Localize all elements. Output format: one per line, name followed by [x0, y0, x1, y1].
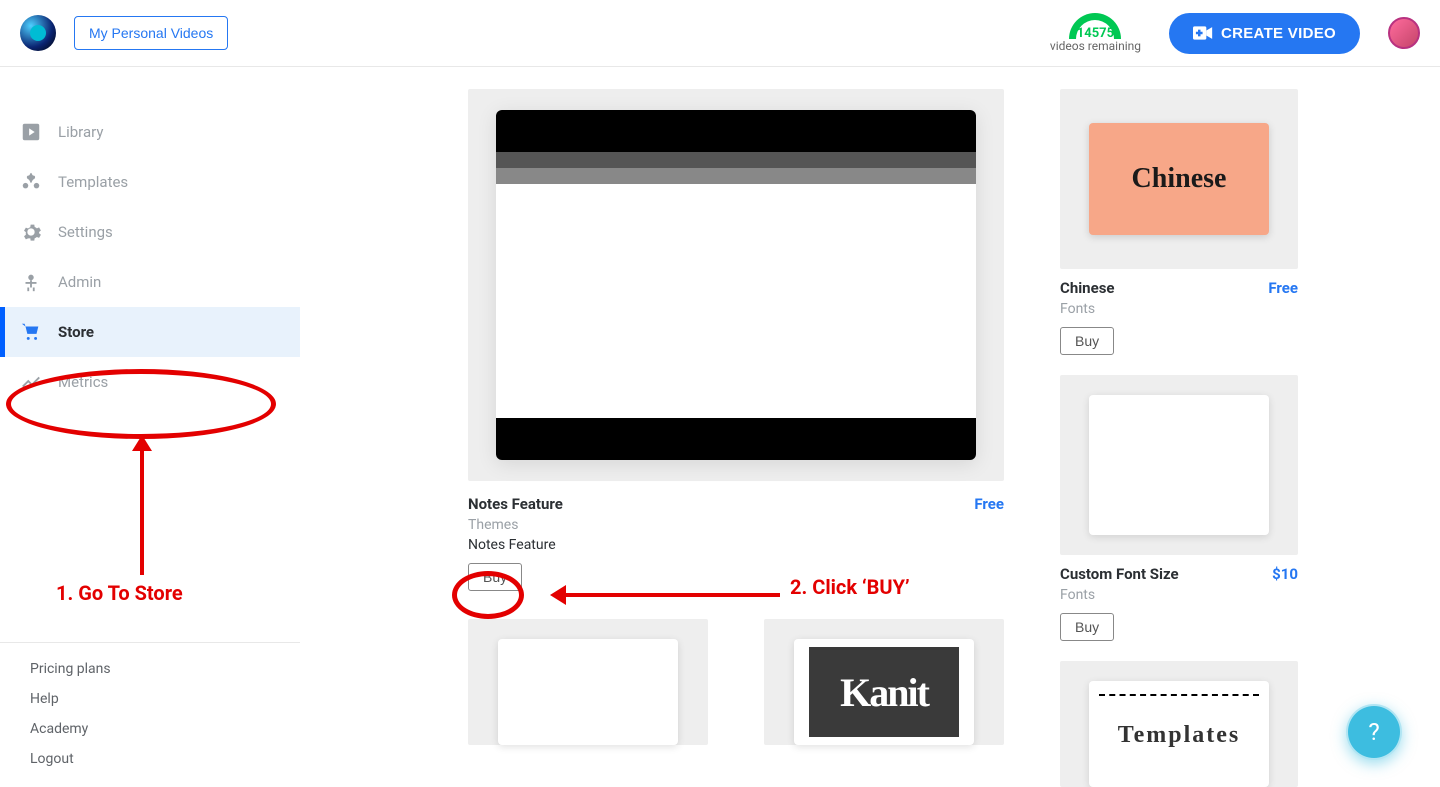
gear-icon [20, 221, 42, 243]
sidebar: Library Templates Settings Admin Store M… [0, 67, 300, 787]
video-plus-icon [1193, 25, 1213, 41]
sidebar-item-label: Metrics [58, 373, 108, 391]
product-meta: Notes Feature Free Themes Notes Feature … [468, 495, 1004, 591]
remaining-gauge: 14575 [1065, 13, 1125, 39]
product-title: Custom Font Size [1060, 565, 1179, 583]
sidebar-item-metrics[interactable]: Metrics [0, 357, 300, 407]
sidebar-item-label: Store [58, 323, 94, 341]
product-card-bottom-1[interactable] [468, 619, 708, 745]
product-title: Chinese [1060, 279, 1115, 297]
buy-button[interactable]: Buy [1060, 613, 1114, 641]
chart-icon [20, 371, 42, 393]
thumb-text: Kanit [809, 647, 959, 737]
nav: Library Templates Settings Admin Store M… [0, 107, 300, 642]
link-logout[interactable]: Logout [30, 751, 270, 767]
create-video-label: CREATE VIDEO [1221, 25, 1336, 42]
product-price: Free [974, 495, 1004, 513]
link-help[interactable]: Help [30, 691, 270, 707]
product-thumb [1089, 395, 1269, 535]
app-logo[interactable] [20, 15, 56, 51]
sidebar-item-label: Admin [58, 273, 101, 291]
sidebar-item-admin[interactable]: Admin [0, 257, 300, 307]
thumb-text: Templates [1099, 694, 1259, 774]
sidebar-item-label: Templates [58, 173, 128, 191]
buy-button[interactable]: Buy [468, 563, 522, 591]
cart-icon [20, 321, 42, 343]
product-card-templates[interactable]: Templates [1060, 661, 1298, 787]
product-thumb [498, 639, 678, 745]
remaining-count: 14575 [1077, 26, 1114, 41]
product-thumb: Templates [1089, 681, 1269, 787]
header-left: My Personal Videos [20, 15, 228, 51]
link-academy[interactable]: Academy [30, 721, 270, 737]
sidebar-item-label: Settings [58, 223, 113, 241]
product-card-notes-feature[interactable] [468, 89, 1004, 481]
product-card-chinese[interactable]: Chinese [1060, 89, 1298, 269]
product-title: Notes Feature [468, 495, 563, 513]
videos-remaining: 14575 videos remaining [1050, 13, 1141, 53]
sidebar-item-label: Library [58, 123, 103, 141]
help-fab[interactable]: ? [1346, 704, 1402, 760]
remaining-label: videos remaining [1050, 39, 1141, 53]
sidebar-item-library[interactable]: Library [0, 107, 300, 157]
header-right: 14575 videos remaining CREATE VIDEO [1050, 13, 1420, 54]
product-preview [496, 110, 976, 460]
bottom-row: Kanit [468, 619, 1004, 745]
person-icon [20, 271, 42, 293]
product-card-custom-font-size[interactable] [1060, 375, 1298, 555]
my-personal-videos-button[interactable]: My Personal Videos [74, 16, 228, 50]
sidebar-item-settings[interactable]: Settings [0, 207, 300, 257]
bottom-links: Pricing plans Help Academy Logout [0, 642, 300, 787]
product-category: Themes [468, 517, 1004, 533]
product-price: Free [1268, 279, 1298, 297]
main-content: Notes Feature Free Themes Notes Feature … [300, 67, 1440, 787]
product-thumb: Kanit [794, 639, 974, 745]
header: My Personal Videos 14575 videos remainin… [0, 0, 1440, 67]
product-card-bottom-2[interactable]: Kanit [764, 619, 1004, 745]
layout: 1. Go To Store Library Templates Setting… [0, 67, 1440, 787]
sidebar-item-store[interactable]: Store [0, 307, 300, 357]
product-category: Fonts [1060, 301, 1298, 317]
store-featured-column: Notes Feature Free Themes Notes Feature … [468, 89, 1004, 745]
templates-icon [20, 171, 42, 193]
buy-button[interactable]: Buy [1060, 327, 1114, 355]
product-thumb: Chinese [1089, 123, 1269, 235]
create-video-button[interactable]: CREATE VIDEO [1169, 13, 1360, 54]
avatar[interactable] [1388, 17, 1420, 49]
library-icon [20, 121, 42, 143]
link-pricing-plans[interactable]: Pricing plans [30, 661, 270, 677]
annotation-arrow-buy [550, 585, 780, 605]
sidebar-item-templates[interactable]: Templates [0, 157, 300, 207]
product-description: Notes Feature [468, 537, 1004, 553]
product-price: $10 [1272, 565, 1298, 583]
annotation-text-buy: 2. Click ‘BUY’ [790, 575, 910, 599]
store-side-column: Chinese Chinese Free Fonts Buy [1060, 89, 1298, 787]
product-category: Fonts [1060, 587, 1298, 603]
